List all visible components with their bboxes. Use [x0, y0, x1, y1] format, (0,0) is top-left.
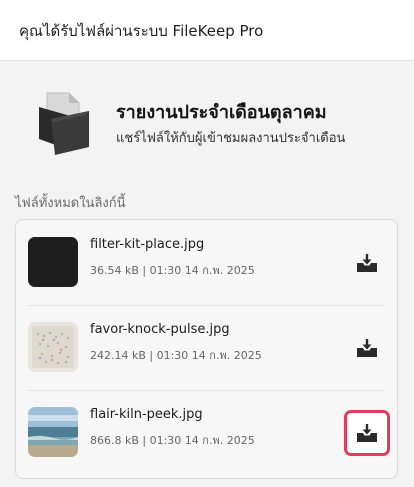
file-meta: 866.8 kB | 01:30 14 ก.พ. 2025: [90, 434, 255, 447]
download-icon: [357, 254, 377, 272]
file-row[interactable]: filter-kit-place.jpg 36.54 kB | 01:30 14…: [16, 220, 397, 306]
download-button[interactable]: [344, 410, 390, 456]
file-meta: 242.14 kB | 01:30 14 ก.พ. 2025: [90, 349, 262, 362]
file-list: filter-kit-place.jpg 36.54 kB | 01:30 14…: [15, 219, 398, 479]
file-row[interactable]: favor-knock-pulse.jpg 242.14 kB | 01:30 …: [16, 305, 397, 391]
file-name: favor-knock-pulse.jpg: [90, 322, 230, 337]
file-row[interactable]: flair-kiln-peek.jpg 866.8 kB | 01:30 14 …: [16, 390, 397, 476]
download-button[interactable]: [347, 328, 387, 368]
download-icon: [357, 339, 377, 357]
download-icon: [357, 424, 377, 442]
folder-documents-icon: [39, 92, 89, 155]
file-thumbnail: [28, 322, 78, 372]
file-meta: 36.54 kB | 01:30 14 ก.พ. 2025: [90, 264, 255, 277]
files-section-label: ไฟล์ทั้งหมดในลิงก์นี้: [15, 196, 126, 211]
share-subtitle: แชร์ไฟล์ให้กับผู้เข้าชมผลงานประจำเดือน: [116, 131, 346, 146]
share-content: รายงานประจำเดือนตุลาคม แชร์ไฟล์ให้กับผู้…: [0, 61, 414, 487]
share-title: รายงานประจำเดือนตุลาคม: [116, 102, 327, 123]
file-thumbnail: [28, 407, 78, 457]
file-thumbnail: [28, 237, 78, 287]
page-title: คุณได้รับไฟล์ผ่านระบบ FileKeep Pro: [19, 22, 264, 40]
download-button[interactable]: [347, 243, 387, 283]
file-name: flair-kiln-peek.jpg: [90, 407, 203, 422]
top-bar: คุณได้รับไฟล์ผ่านระบบ FileKeep Pro: [0, 0, 414, 61]
file-name: filter-kit-place.jpg: [90, 237, 205, 252]
